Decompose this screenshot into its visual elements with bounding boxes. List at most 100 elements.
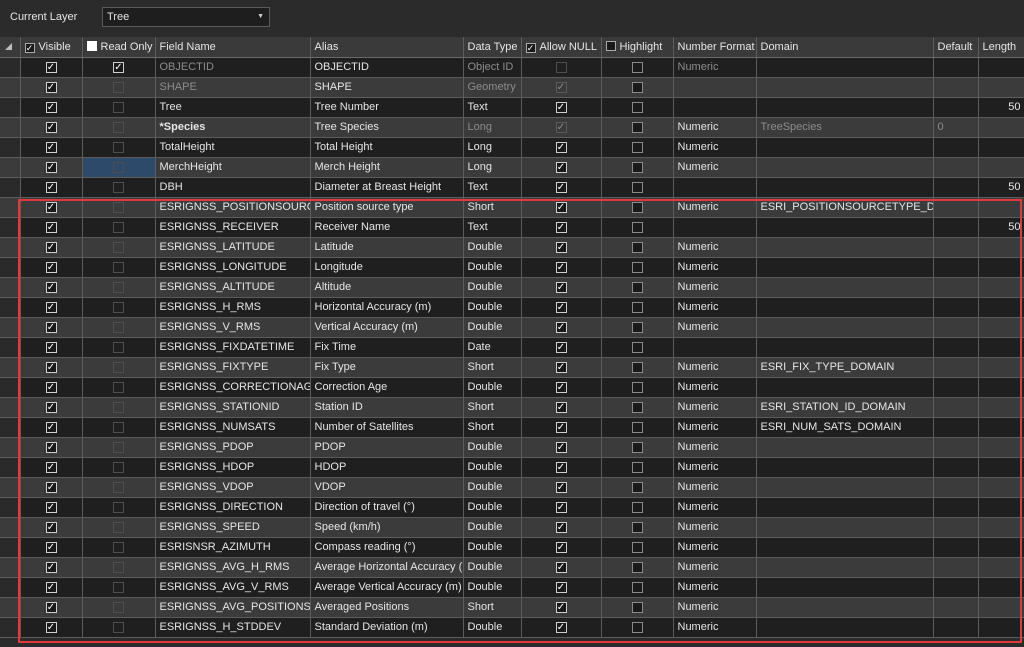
highlight-cell[interactable] — [601, 517, 674, 538]
allow-null-checkbox[interactable]: ✓ — [555, 461, 567, 473]
read-only-cell[interactable] — [82, 217, 156, 238]
length-cell[interactable] — [978, 417, 1024, 438]
visible-checkbox[interactable]: ✓ — [45, 461, 57, 473]
alias-cell[interactable]: Average Horizontal Accuracy (m) — [310, 557, 464, 578]
row-selector[interactable] — [0, 457, 21, 478]
number-format-cell[interactable] — [673, 77, 757, 98]
read-only-cell[interactable] — [82, 617, 156, 638]
allow-null-checkbox[interactable]: ✓ — [555, 501, 567, 513]
visible-checkbox[interactable]: ✓ — [45, 201, 57, 213]
read-only-cell[interactable] — [82, 357, 156, 378]
read-only-cell[interactable] — [82, 437, 156, 458]
alias-cell[interactable]: Merch Height — [310, 157, 464, 178]
default-cell[interactable] — [933, 237, 979, 258]
data-type-cell[interactable]: Geometry — [463, 77, 522, 98]
field-name-cell[interactable]: *Species — [155, 117, 311, 138]
visible-checkbox[interactable]: ✓ — [45, 241, 57, 253]
visible-cell[interactable]: ✓ — [20, 557, 83, 578]
highlight-cell[interactable] — [601, 377, 674, 398]
domain-cell[interactable] — [756, 237, 934, 258]
data-type-cell[interactable]: Short — [463, 357, 522, 378]
field-name-cell[interactable]: ESRIGNSS_AVG_POSITIONS — [155, 597, 311, 618]
allow-null-cell[interactable]: ✓ — [521, 157, 602, 178]
alias-cell[interactable]: PDOP — [310, 437, 464, 458]
domain-cell[interactable] — [756, 557, 934, 578]
header-checkbox-allownull[interactable]: ✓ — [525, 42, 536, 53]
domain-cell[interactable] — [756, 77, 934, 98]
allow-null-cell[interactable]: ✓ — [521, 557, 602, 578]
alias-cell[interactable]: OBJECTID — [310, 57, 464, 78]
table-row[interactable]: ✓ ESRIGNSS_AVG_POSITIONS Averaged Position… — [0, 597, 1024, 618]
highlight-checkbox[interactable] — [631, 141, 643, 153]
read-only-cell[interactable] — [82, 197, 156, 218]
number-format-cell[interactable]: Numeric — [673, 117, 757, 138]
row-selector[interactable] — [0, 57, 21, 78]
default-cell[interactable] — [933, 617, 979, 638]
table-row[interactable]: ✓ SHAPE SHAPE Geometry ✓ — [0, 77, 1024, 98]
read-only-cell[interactable] — [82, 157, 156, 178]
alias-cell[interactable]: Altitude — [310, 277, 464, 298]
table-row[interactable]: ✓ ESRIGNSS_STATIONID Station ID Short ✓ Numer… — [0, 397, 1024, 418]
visible-checkbox[interactable]: ✓ — [45, 381, 57, 393]
visible-checkbox[interactable]: ✓ — [45, 501, 57, 513]
visible-cell[interactable]: ✓ — [20, 97, 83, 118]
visible-checkbox[interactable]: ✓ — [45, 581, 57, 593]
allow-null-cell[interactable]: ✓ — [521, 137, 602, 158]
default-cell[interactable] — [933, 337, 979, 358]
field-name-cell[interactable]: ESRIGNSS_POSITIONSOURCETYPE — [155, 197, 311, 218]
visible-cell[interactable]: ✓ — [20, 177, 83, 198]
highlight-cell[interactable] — [601, 157, 674, 178]
allow-null-cell[interactable]: ✓ — [521, 357, 602, 378]
visible-checkbox[interactable]: ✓ — [45, 161, 57, 173]
allow-null-cell[interactable] — [521, 57, 602, 78]
header-checkbox-highlight[interactable] — [605, 40, 616, 51]
field-name-cell[interactable]: ESRIGNSS_HDOP — [155, 457, 311, 478]
data-type-cell[interactable]: Long — [463, 157, 522, 178]
highlight-checkbox[interactable] — [631, 441, 643, 453]
highlight-checkbox[interactable] — [631, 261, 643, 273]
visible-cell[interactable]: ✓ — [20, 497, 83, 518]
visible-checkbox[interactable]: ✓ — [45, 121, 57, 133]
read-only-cell[interactable] — [82, 537, 156, 558]
highlight-cell[interactable] — [601, 177, 674, 198]
domain-cell[interactable] — [756, 437, 934, 458]
allow-null-cell[interactable]: ✓ — [521, 537, 602, 558]
table-row[interactable]: ✓ ESRIGNSS_VDOP VDOP Double ✓ Numeric — [0, 477, 1024, 498]
highlight-cell[interactable] — [601, 217, 674, 238]
domain-cell[interactable] — [756, 617, 934, 638]
highlight-checkbox[interactable] — [631, 621, 643, 633]
allow-null-cell[interactable]: ✓ — [521, 617, 602, 638]
visible-checkbox[interactable]: ✓ — [45, 601, 57, 613]
length-cell[interactable]: 50 — [978, 97, 1024, 118]
visible-cell[interactable]: ✓ — [20, 617, 83, 638]
table-row[interactable]: ✓ ESRIGNSS_AVG_H_RMS Average Horizontal Ac… — [0, 557, 1024, 578]
row-selector[interactable] — [0, 357, 21, 378]
number-format-cell[interactable]: Numeric — [673, 577, 757, 598]
field-name-cell[interactable]: ESRIGNSS_PDOP — [155, 437, 311, 458]
allow-null-cell[interactable]: ✓ — [521, 277, 602, 298]
length-cell[interactable] — [978, 117, 1024, 138]
header-checkbox-visible[interactable]: ✓ — [24, 42, 35, 53]
number-format-cell[interactable]: Numeric — [673, 557, 757, 578]
alias-cell[interactable]: Fix Type — [310, 357, 464, 378]
domain-cell[interactable] — [756, 537, 934, 558]
row-selector[interactable] — [0, 97, 21, 118]
data-type-cell[interactable]: Short — [463, 597, 522, 618]
domain-cell[interactable] — [756, 157, 934, 178]
domain-cell[interactable] — [756, 297, 934, 318]
field-name-cell[interactable]: ESRIGNSS_FIXDATETIME — [155, 337, 311, 358]
field-name-cell[interactable]: ESRIGNSS_LONGITUDE — [155, 257, 311, 278]
visible-cell[interactable]: ✓ — [20, 537, 83, 558]
read-only-cell[interactable] — [82, 377, 156, 398]
highlight-cell[interactable] — [601, 397, 674, 418]
domain-cell[interactable] — [756, 137, 934, 158]
alias-cell[interactable]: Compass reading (°) — [310, 537, 464, 558]
visible-cell[interactable]: ✓ — [20, 57, 83, 78]
highlight-checkbox[interactable] — [631, 281, 643, 293]
read-only-cell[interactable] — [82, 77, 156, 98]
field-name-cell[interactable]: ESRIGNSS_VDOP — [155, 477, 311, 498]
alias-cell[interactable]: Position source type — [310, 197, 464, 218]
highlight-checkbox[interactable] — [631, 381, 643, 393]
number-format-cell[interactable]: Numeric — [673, 197, 757, 218]
length-cell[interactable] — [978, 257, 1024, 278]
